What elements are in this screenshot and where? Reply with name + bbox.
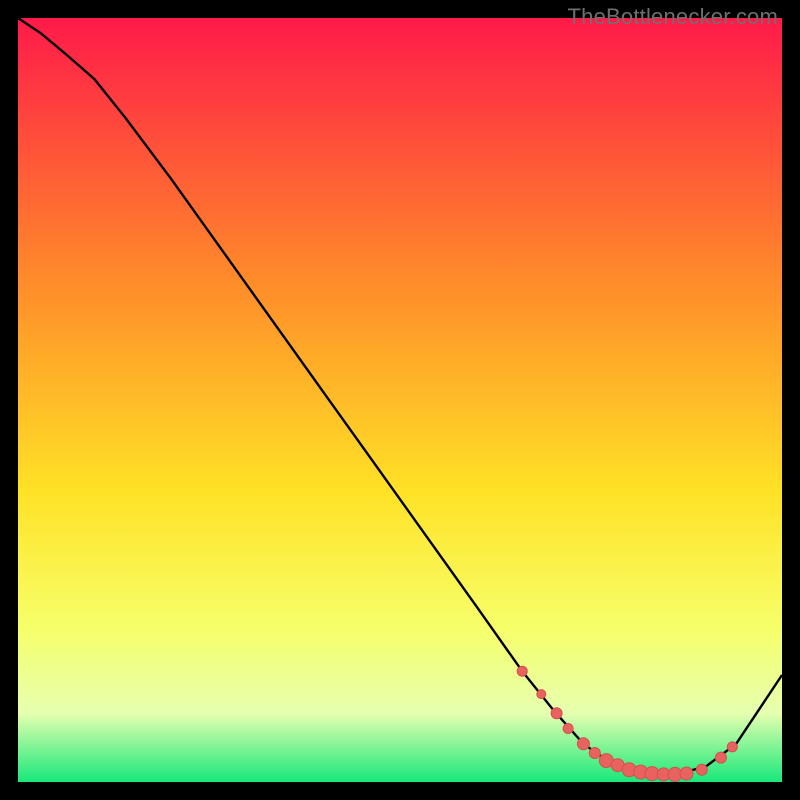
critical-zone-dot bbox=[537, 690, 546, 699]
chart-stage: TheBottlenecker.com bbox=[0, 0, 800, 800]
critical-zone-dot bbox=[715, 752, 726, 763]
attribution-label: TheBottlenecker.com bbox=[568, 4, 778, 30]
critical-zone-dot bbox=[577, 738, 589, 750]
critical-zone-dot bbox=[563, 724, 573, 734]
critical-zone-dot bbox=[551, 708, 562, 719]
critical-zone-dot bbox=[727, 742, 737, 752]
critical-zone-dot bbox=[589, 748, 600, 759]
critical-zone-dot bbox=[680, 767, 693, 780]
critical-zone-dot bbox=[517, 666, 527, 676]
critical-zone-dot bbox=[696, 764, 707, 775]
bottleneck-chart bbox=[18, 18, 782, 782]
gradient-background bbox=[18, 18, 782, 782]
